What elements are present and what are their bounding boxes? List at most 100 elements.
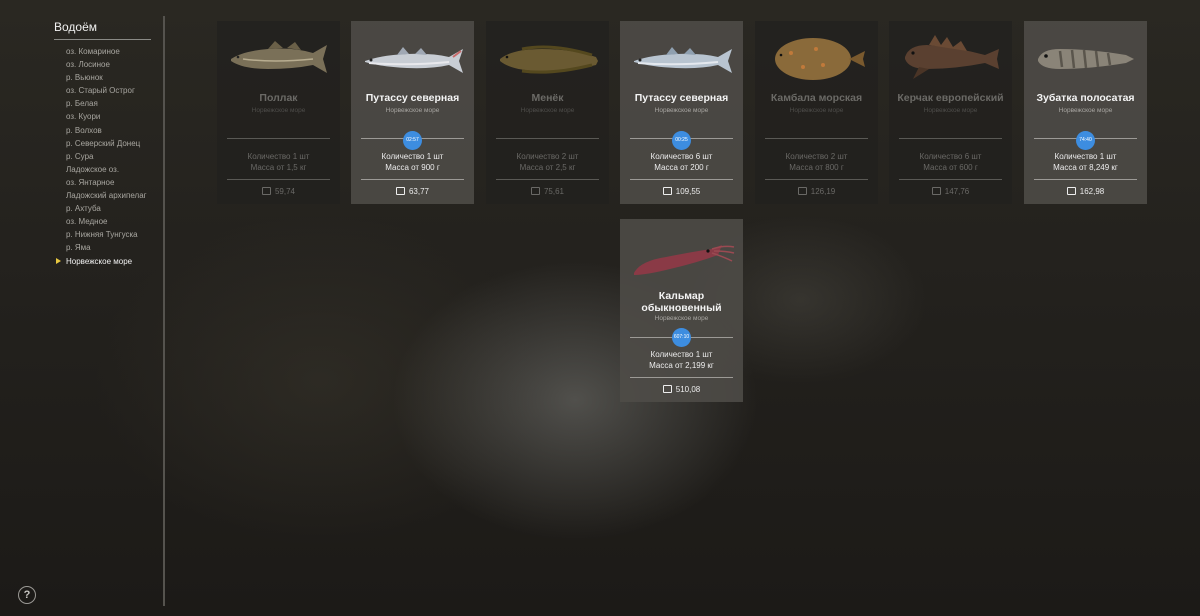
fish-card-wolffish[interactable]: Зубатка полосатая Норвежское море 74:40 … xyxy=(1024,21,1147,204)
fish-quantity: Количество 1 шт xyxy=(381,152,444,161)
fish-mass: Масса от 2,5 кг xyxy=(519,163,576,172)
fish-card-blue-whiting-2[interactable]: Путассу северная Норвежское море 00:25 К… xyxy=(620,21,743,204)
reward-price: 510,08 xyxy=(620,385,743,394)
fish-name: Кальмар обыкновенный xyxy=(641,290,722,314)
fish-card-blue-whiting[interactable]: Путассу северная Норвежское море 02:57 К… xyxy=(351,21,474,204)
sidebar-title-divider xyxy=(54,39,151,40)
price-value: 109,55 xyxy=(675,187,701,196)
squid-icon xyxy=(634,245,735,275)
reward-price: 162,98 xyxy=(1024,187,1147,196)
fish-location: Норвежское море xyxy=(789,107,844,114)
fish-name: Поллак xyxy=(259,92,298,104)
fish-name: Керчак европейский xyxy=(897,92,1004,104)
sidebar-divider xyxy=(163,16,165,606)
fish-location: Норвежское море xyxy=(923,107,978,114)
coin-icon xyxy=(662,187,672,195)
price-value: 510,08 xyxy=(675,385,701,394)
timer-badge: 00:25 xyxy=(672,131,691,150)
fish-location: Норвежское море xyxy=(520,107,575,114)
fish-mass: Масса от 200 г xyxy=(654,163,709,172)
fish-quantity: Количество 1 шт xyxy=(1054,152,1117,161)
water-item-losinoe[interactable]: оз. Лосиное xyxy=(66,58,147,71)
fish-mass: Масса от 8,249 кг xyxy=(1053,163,1118,172)
fish-mass: Масса от 900 г xyxy=(385,163,440,172)
fish-location: Норвежское море xyxy=(654,315,709,322)
water-item-kuori[interactable]: оз. Куори xyxy=(66,110,147,123)
fish-mass: Масса от 600 г xyxy=(923,163,978,172)
water-item-yama[interactable]: р. Яма xyxy=(66,241,147,254)
blue-whiting-fish-icon xyxy=(634,47,732,73)
fish-card-tusk[interactable]: Менёк Норвежское море Количество 2 шт Ма… xyxy=(486,21,609,204)
fish-location: Норвежское море xyxy=(385,107,440,114)
tusk-fish-icon xyxy=(500,45,598,74)
water-item-belaya[interactable]: р. Белая xyxy=(66,97,147,110)
fish-mass: Масса от 2,199 кг xyxy=(649,361,714,370)
coin-icon xyxy=(931,187,941,195)
fish-quantity: Количество 2 шт xyxy=(516,152,579,161)
water-item-yantarnoe[interactable]: оз. Янтарное xyxy=(66,176,147,189)
water-item-komarinoe[interactable]: оз. Комариное xyxy=(66,45,147,58)
reward-price: 59,74 xyxy=(217,187,340,196)
water-item-nizhnyaya-tunguska[interactable]: р. Нижняя Тунгуска xyxy=(66,228,147,241)
card-divider xyxy=(227,138,330,139)
blue-whiting-fish-icon xyxy=(365,47,463,73)
card-divider xyxy=(361,179,464,180)
fish-quantity: Количество 2 шт xyxy=(785,152,848,161)
fish-card-pollock[interactable]: Поллак Норвежское море Количество 1 шт М… xyxy=(217,21,340,204)
sidebar-title: Водоём xyxy=(54,20,98,34)
reward-price: 109,55 xyxy=(620,187,743,196)
water-item-seversky-donets[interactable]: р. Северский Донец xyxy=(66,137,147,150)
water-item-sura[interactable]: р. Сура xyxy=(66,150,147,163)
fish-mass: Масса от 1,5 кг xyxy=(250,163,307,172)
reward-price: 75,61 xyxy=(486,187,609,196)
price-value: 63,77 xyxy=(408,187,430,196)
water-item-vyunok[interactable]: р. Вьюнок xyxy=(66,71,147,84)
price-value: 75,61 xyxy=(543,187,565,196)
coin-icon xyxy=(797,187,807,195)
fish-card-squid[interactable]: Кальмар обыкновенный Норвежское море 607… xyxy=(620,219,743,402)
fish-card-sculpin[interactable]: Керчак европейский Норвежское море Колич… xyxy=(889,21,1012,204)
help-icon[interactable]: ? xyxy=(18,586,36,604)
water-body-list: оз. Комариное оз. Лосиное р. Вьюнок оз. … xyxy=(56,45,147,268)
fish-name: Камбала морская xyxy=(770,92,863,104)
wolffish-fish-icon xyxy=(1038,49,1134,69)
fish-quantity: Количество 1 шт xyxy=(650,350,713,359)
active-arrow-icon xyxy=(56,257,61,264)
fish-quantity: Количество 1 шт xyxy=(247,152,310,161)
timer-badge: 02:57 xyxy=(403,131,422,150)
water-item-ladoga-lake[interactable]: Ладожское оз. xyxy=(66,163,147,176)
water-item-stary-ostrog[interactable]: оз. Старый Острог xyxy=(66,84,147,97)
reward-price: 126,19 xyxy=(755,187,878,196)
water-item-mednoe[interactable]: оз. Медное xyxy=(66,215,147,228)
sculpin-fish-icon xyxy=(905,35,999,79)
fish-name: Менёк xyxy=(531,92,564,104)
fish-card-plaice[interactable]: Камбала морская Норвежское море Количест… xyxy=(755,21,878,204)
card-divider xyxy=(1034,179,1137,180)
price-value: 162,98 xyxy=(1079,187,1105,196)
price-value: 126,19 xyxy=(810,187,836,196)
fish-location: Норвежское море xyxy=(251,107,306,114)
coin-icon xyxy=(261,187,271,195)
coin-icon xyxy=(662,385,672,393)
water-item-norwegian-sea[interactable]: Норвежское море xyxy=(56,255,147,268)
pollock-fish-icon xyxy=(231,41,327,73)
card-divider xyxy=(899,179,1002,180)
card-divider xyxy=(496,179,599,180)
card-divider xyxy=(765,179,868,180)
card-divider xyxy=(227,179,330,180)
fish-mass: Масса от 800 г xyxy=(789,163,844,172)
price-value: 147,76 xyxy=(944,187,970,196)
water-body-sidebar: Водоём оз. Комариное оз. Лосиное р. Вьюн… xyxy=(0,0,165,616)
coin-icon xyxy=(530,187,540,195)
card-divider xyxy=(630,179,733,180)
card-divider xyxy=(630,377,733,378)
reward-price: 147,76 xyxy=(889,187,1012,196)
price-value: 59,74 xyxy=(274,187,296,196)
reward-price: 63,77 xyxy=(351,187,474,196)
water-item-ladoga-archipelago[interactable]: Ладожский архипелаг xyxy=(66,189,147,202)
fish-location: Норвежское море xyxy=(654,107,709,114)
card-divider xyxy=(765,138,868,139)
water-item-volkhov[interactable]: р. Волхов xyxy=(66,124,147,137)
water-item-akhtuba[interactable]: р. Ахтуба xyxy=(66,202,147,215)
plaice-fish-icon xyxy=(775,38,865,80)
